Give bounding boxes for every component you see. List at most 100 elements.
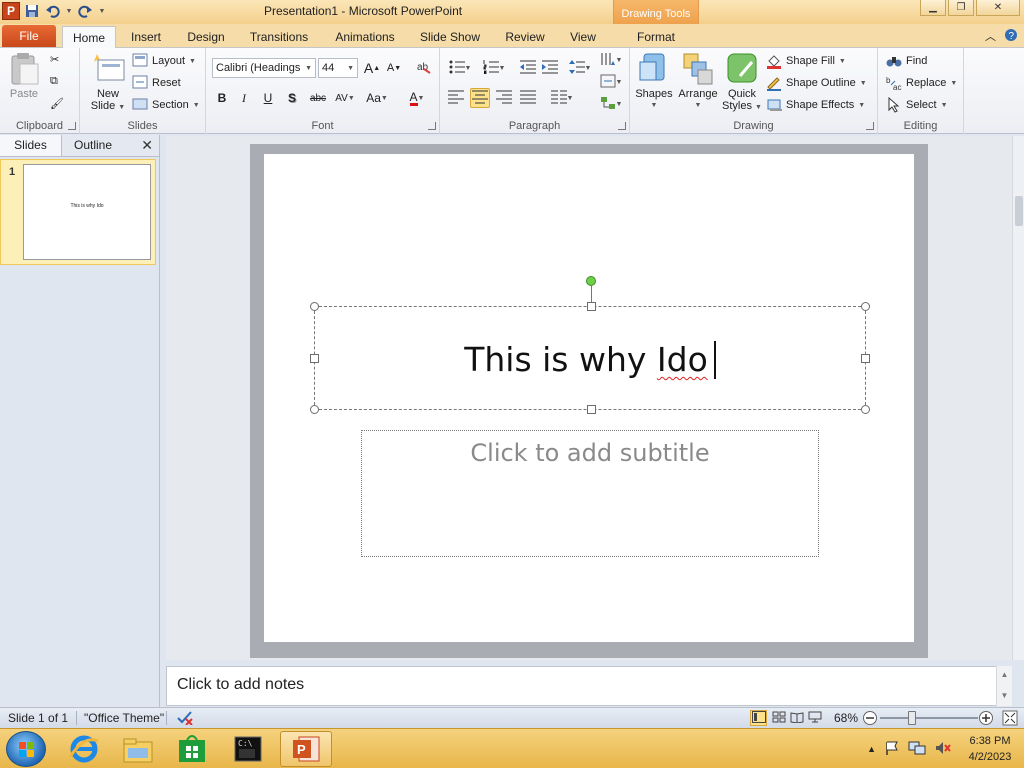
strikethrough-button[interactable]: abc (306, 88, 330, 108)
restore-button[interactable]: ❐ (948, 0, 974, 16)
resize-handle-bottom[interactable] (587, 405, 596, 414)
align-center-button[interactable] (470, 88, 490, 108)
quick-styles-button[interactable]: Quick Styles ▼ (722, 52, 762, 114)
title-placeholder[interactable]: This is why Ido (310, 302, 870, 414)
replace-button[interactable]: b ac Replace ▼ (886, 74, 957, 92)
tab-review[interactable]: Review (500, 26, 550, 48)
resize-handle-bottom-left[interactable] (310, 405, 319, 414)
powerpoint-app-icon[interactable]: P (2, 2, 20, 20)
select-button[interactable]: Select ▼ (886, 96, 948, 114)
align-right-button[interactable] (494, 88, 514, 108)
slide-title-text[interactable]: This is why Ido (315, 340, 865, 379)
close-pane-icon[interactable]: ✕ (141, 137, 153, 154)
resize-handle-bottom-right[interactable] (861, 405, 870, 414)
slide-thumbnail[interactable]: This is why Ido (23, 164, 151, 260)
zoom-slider-track[interactable] (880, 717, 978, 719)
zoom-level[interactable]: 68% (834, 711, 858, 725)
numbering-button[interactable]: ▼ (480, 58, 508, 78)
notes-pane[interactable]: Click to add notes (166, 666, 1012, 706)
taskbar-internet-explorer[interactable] (58, 731, 110, 767)
italic-button[interactable]: I (234, 88, 254, 108)
start-button[interactable] (6, 731, 46, 767)
rotation-handle[interactable] (586, 276, 596, 286)
find-button[interactable]: Find (886, 52, 927, 70)
tab-file[interactable]: File (2, 25, 56, 47)
clear-formatting-button[interactable]: ab (414, 58, 434, 78)
minimize-ribbon-icon[interactable]: ︿ (985, 28, 996, 45)
canvas-scroll-thumb[interactable] (1015, 196, 1023, 226)
volume-muted-icon[interactable] (934, 740, 952, 759)
resize-handle-top-left[interactable] (310, 302, 319, 311)
bullets-button[interactable]: ▼ (446, 58, 474, 78)
change-case-button[interactable]: Aa ▼ (364, 88, 390, 108)
tab-slide-show[interactable]: Slide Show (416, 26, 484, 48)
font-size-combo[interactable]: 44 ▼ (318, 58, 358, 78)
subtitle-placeholder[interactable]: Click to add subtitle (361, 430, 819, 557)
tab-transitions[interactable]: Transitions (244, 26, 314, 48)
reset-button[interactable]: Reset (132, 74, 181, 92)
tab-outline-pane[interactable]: Outline (62, 135, 124, 156)
resize-handle-right[interactable] (861, 354, 870, 363)
resize-handle-left[interactable] (310, 354, 319, 363)
font-color-button[interactable]: A ▼ (402, 88, 432, 108)
shape-effects-button[interactable]: Shape Effects ▼ (766, 96, 865, 114)
drawing-launcher-icon[interactable] (866, 122, 874, 130)
undo-dropdown-icon[interactable]: ▼ (65, 2, 73, 20)
system-clock[interactable]: 6:38 PM 4/2/2023 (960, 733, 1020, 765)
font-name-combo[interactable]: Calibri (Headings ▼ (212, 58, 316, 78)
font-name-dropdown-icon[interactable]: ▼ (305, 65, 312, 72)
shapes-button[interactable]: Shapes ▼ (634, 52, 674, 112)
copy-button[interactable]: ⧉ (50, 74, 66, 92)
undo-icon[interactable] (44, 2, 62, 20)
tab-format[interactable]: Format (624, 26, 688, 48)
character-spacing-button[interactable]: AV ▼ (332, 88, 358, 108)
zoom-out-icon[interactable] (862, 710, 878, 729)
section-button[interactable]: Section ▼ (132, 96, 200, 114)
redo-icon[interactable] (76, 2, 94, 20)
close-window-button[interactable]: ✕ (976, 0, 1020, 16)
spell-check-icon[interactable] (176, 709, 194, 728)
decrease-indent-button[interactable] (518, 58, 538, 78)
customize-qat-icon[interactable]: ▼ (97, 2, 107, 20)
increase-indent-button[interactable] (540, 58, 560, 78)
resize-handle-top[interactable] (587, 302, 596, 311)
show-hidden-icons-icon[interactable]: ▲ (867, 744, 876, 754)
slide-thumbnail-row[interactable]: 1 This is why Ido (0, 159, 156, 265)
paste-button[interactable]: Paste (6, 52, 42, 100)
font-launcher-icon[interactable] (428, 122, 436, 130)
justify-button[interactable] (518, 88, 538, 108)
save-icon[interactable] (23, 2, 41, 20)
shape-fill-button[interactable]: Shape Fill ▼ (766, 52, 846, 70)
canvas-vertical-scrollbar[interactable] (1012, 136, 1024, 660)
tab-animations[interactable]: Animations (330, 26, 400, 48)
layout-button[interactable]: Layout ▼ (132, 52, 196, 70)
tab-view[interactable]: View (564, 26, 602, 48)
columns-button[interactable]: ▼ (548, 88, 576, 108)
taskbar-command-prompt[interactable]: C:\ (222, 731, 274, 767)
zoom-slider-thumb[interactable] (908, 711, 916, 725)
text-shadow-button[interactable]: S (282, 88, 302, 108)
help-icon[interactable]: ? (1004, 28, 1018, 45)
resize-handle-top-right[interactable] (861, 302, 870, 311)
slide-editing-area[interactable]: This is why Ido Click to add subtitle (166, 136, 1012, 660)
text-direction-button[interactable]: ▼ (598, 50, 624, 70)
minimize-button[interactable]: ▁ (920, 0, 946, 16)
cut-button[interactable]: ✂ (50, 52, 66, 70)
slide-canvas[interactable]: This is why Ido Click to add subtitle (264, 154, 914, 642)
align-left-button[interactable] (446, 88, 466, 108)
line-spacing-button[interactable]: ▼ (566, 58, 594, 78)
fit-slide-to-window-icon[interactable] (1002, 710, 1018, 729)
shape-outline-button[interactable]: Shape Outline ▼ (766, 74, 867, 92)
font-size-dropdown-icon[interactable]: ▼ (347, 65, 354, 72)
slide-show-view-button[interactable] (806, 710, 823, 726)
network-icon[interactable] (908, 740, 926, 759)
taskbar-file-explorer[interactable] (112, 731, 164, 767)
clipboard-launcher-icon[interactable] (68, 122, 76, 130)
new-slide-button[interactable]: New Slide ▼ (88, 52, 128, 114)
taskbar-store[interactable] (166, 731, 218, 767)
align-text-button[interactable]: ▼ (598, 72, 624, 92)
notes-scrollbar[interactable]: ▲ ▼ (996, 666, 1012, 706)
shrink-font-button[interactable]: A ▼ (384, 58, 404, 78)
bold-button[interactable]: B (212, 88, 232, 108)
action-center-flag-icon[interactable] (884, 740, 900, 759)
